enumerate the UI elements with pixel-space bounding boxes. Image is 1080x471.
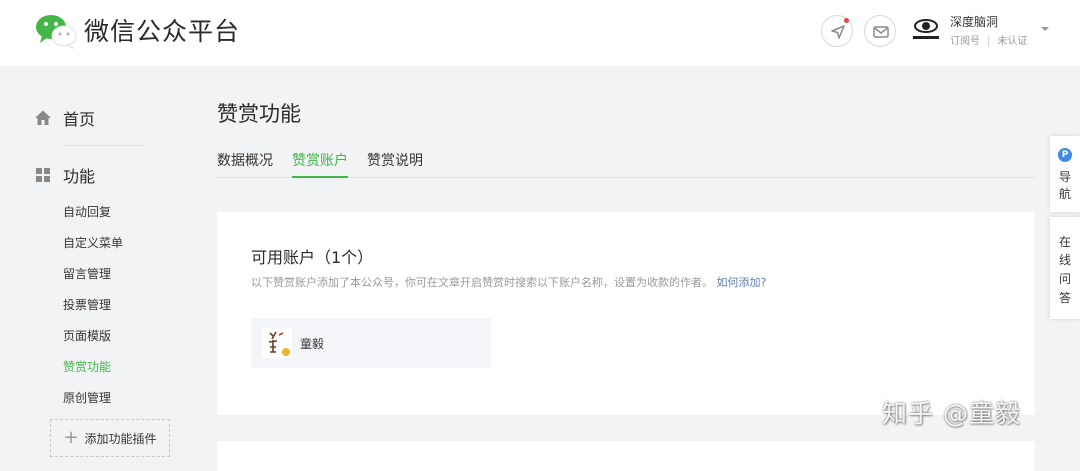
top-header: 微信公众平台 深度脑洞 订阅号 | 未认证 <box>0 0 1080 66</box>
add-plugin-label: 添加功能插件 <box>84 431 157 446</box>
account-meta: 订阅号 | 未认证 <box>950 36 1028 47</box>
account-name[interactable]: 深度脑洞 <box>950 13 998 30</box>
watermark: 知乎 @童毅 <box>882 399 1021 428</box>
notification-button[interactable] <box>821 15 853 47</box>
tab-reward-description[interactable]: 赞赏说明 <box>367 150 423 176</box>
sidebar-item-reward[interactable]: 赞赏功能 <box>63 357 111 377</box>
card-description-text: 以下赞赏账户添加了本公众号，你可在文章开启赞赏时搜索以下账户名称，设置为收款的作… <box>251 276 713 289</box>
sidebar-item-votes[interactable]: 投票管理 <box>63 295 111 315</box>
add-plugin-button[interactable]: + 添加功能插件 <box>50 419 170 457</box>
tab-data-overview[interactable]: 数据概况 <box>217 150 273 176</box>
floating-nav-char: 航 <box>1058 187 1071 201</box>
sidebar-item-original[interactable]: 原创管理 <box>63 388 111 408</box>
tab-reward-accounts[interactable]: 赞赏账户 <box>292 150 348 178</box>
mail-icon <box>873 26 889 38</box>
card-title: 可用账户（1个） <box>251 248 374 267</box>
available-accounts-card: 可用账户（1个） 以下赞赏账户添加了本公众号，你可在文章开启赞赏时搜索以下账户名… <box>217 212 1035 415</box>
sidebar: 首页 功能 自动回复 自定义菜单 留言管理 投票管理 页面模版 赞赏功能 原创管… <box>0 66 200 460</box>
sidebar-divider <box>64 145 144 146</box>
floating-help-char: 答 <box>1058 291 1071 305</box>
brand-title[interactable]: 微信公众平台 <box>84 16 240 48</box>
page-title: 赞赏功能 <box>217 102 301 126</box>
sidebar-home-label: 首页 <box>63 110 96 129</box>
how-to-add-link[interactable]: 如何添加? <box>717 276 767 289</box>
reward-account-avatar <box>262 328 292 358</box>
grid-icon <box>36 168 50 182</box>
floating-nav-char: 导 <box>1058 170 1071 184</box>
home-icon <box>35 110 51 125</box>
plus-icon: + <box>63 427 79 448</box>
second-card <box>217 441 1035 471</box>
floating-help-char: 问 <box>1058 272 1071 286</box>
sidebar-features-label: 功能 <box>63 167 96 186</box>
location-arrow-icon <box>831 25 845 39</box>
account-dropdown-caret-icon[interactable] <box>1041 27 1049 31</box>
sidebar-item-comments[interactable]: 留言管理 <box>63 264 111 284</box>
notification-dot <box>844 18 849 23</box>
card-description: 以下赞赏账户添加了本公众号，你可在文章开启赞赏时搜索以下账户名称，设置为收款的作… <box>251 274 766 290</box>
reward-account-name: 童毅 <box>300 337 325 351</box>
account-type: 订阅号 <box>950 36 980 47</box>
tab-bar: 数据概况 赞赏账户 赞赏说明 <box>217 148 1035 178</box>
sidebar-item-custom-menu[interactable]: 自定义菜单 <box>63 233 123 253</box>
floating-help-char: 在 <box>1058 235 1071 249</box>
floating-nav-button[interactable]: P 导 航 <box>1050 136 1080 212</box>
account-avatar[interactable] <box>909 14 943 44</box>
wechat-logo[interactable] <box>34 13 78 49</box>
floating-help-char: 线 <box>1058 253 1071 267</box>
floating-online-help-button[interactable]: 在 线 问 答 <box>1050 217 1080 319</box>
p-badge-icon: P <box>1058 148 1072 162</box>
mail-button[interactable] <box>864 15 896 47</box>
sidebar-item-auto-reply[interactable]: 自动回复 <box>63 202 111 222</box>
verify-status: 未认证 <box>997 36 1028 47</box>
sidebar-item-page-templates[interactable]: 页面模版 <box>63 326 111 346</box>
sidebar-item-features[interactable]: 功能 <box>34 163 95 187</box>
sidebar-item-home[interactable]: 首页 <box>34 106 95 130</box>
reward-account-item[interactable]: 童毅 <box>251 318 491 368</box>
